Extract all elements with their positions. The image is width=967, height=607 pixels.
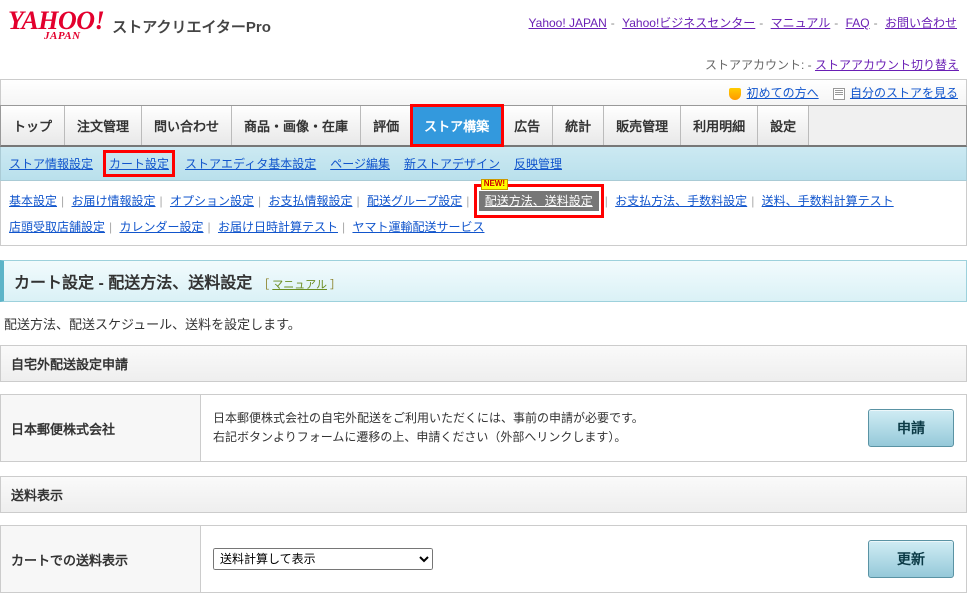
subnav2-delivery-group[interactable]: 配送グループ設定 [367,194,462,208]
subnav1-cart-settings[interactable]: カート設定 [107,154,171,173]
account-row: ストアアカウント: - ストアアカウント切り替え [0,42,967,79]
manual-link-wrap: ［ マニュアル ］ [258,276,341,292]
shipping-display-select[interactable]: 送料計算して表示 [213,548,433,570]
section1-label: 日本郵便株式会社 [1,395,201,461]
subnav1-new-design[interactable]: 新ストアデザイン [404,155,500,172]
tab-sales[interactable]: 販売管理 [604,106,681,145]
beginner-link[interactable]: 初めての方へ [747,86,819,100]
new-badge: NEW! [481,179,508,190]
section1-body: 日本郵便株式会社の自宅外配送をご利用いただくには、事前の申請が必要です。 右記ボ… [201,395,966,461]
section1-heading: 自宅外配送設定申請 [0,345,967,382]
apply-button[interactable]: 申請 [868,409,954,447]
tab-stats[interactable]: 統計 [553,106,604,145]
subnav1-reflect[interactable]: 反映管理 [514,155,562,172]
my-store-link-wrap: 自分のストアを見る [833,84,958,101]
section2-label: カートでの送料表示 [1,526,201,592]
tab-settings[interactable]: 設定 [758,106,809,145]
section2-row: カートでの送料表示 送料計算して表示 更新 [0,525,967,593]
subnav2-delivery-calc[interactable]: お届け日時計算テスト [218,220,338,234]
subnav1-page-edit[interactable]: ページ編集 [330,155,390,172]
manual-link[interactable]: マニュアル [272,279,327,291]
section1-text: 日本郵便株式会社の自宅外配送をご利用いただくには、事前の申請が必要です。 右記ボ… [213,409,644,447]
subnav2-payment-info[interactable]: お支払情報設定 [268,194,352,208]
subnav2-calc-test[interactable]: 送料、手数料計算テスト [762,194,894,208]
page-icon [833,88,845,100]
subnav1-store-info[interactable]: ストア情報設定 [9,155,93,172]
account-label: ストアアカウント: [705,58,804,72]
link-manual[interactable]: マニュアル [771,16,831,30]
subnav2-pickup-store[interactable]: 店頭受取店舗設定 [9,220,105,234]
tab-order[interactable]: 注文管理 [65,106,142,145]
tab-usage[interactable]: 利用明細 [681,106,758,145]
link-faq[interactable]: FAQ [846,16,870,30]
link-business-center[interactable]: Yahoo!ビジネスセンター [622,16,755,30]
subnav2-payment-fee[interactable]: お支払方法、手数料設定 [615,194,747,208]
subnav2-shipping-settings-wrap: NEW! 配送方法、送料設定 [477,187,601,215]
logo-area: YAHOO! JAPAN ストアクリエイターPro [8,8,271,42]
subnav2-option[interactable]: オプション設定 [170,194,254,208]
product-name: ストアクリエイターPro [112,16,271,37]
section2-body: 送料計算して表示 更新 [201,526,966,592]
account-switch-link[interactable]: ストアアカウント切り替え [815,58,959,72]
link-contact[interactable]: お問い合わせ [885,16,957,30]
subnav2-delivery-info[interactable]: お届け情報設定 [71,194,155,208]
sub-nav1: ストア情報設定 カート設定 ストアエディタ基本設定 ページ編集 新ストアデザイン… [0,147,967,181]
page-title: カート設定 - 配送方法、送料設定 ［ マニュアル ］ [0,260,967,302]
section1-row: 日本郵便株式会社 日本郵便株式会社の自宅外配送をご利用いただくには、事前の申請が… [0,394,967,462]
page-description: 配送方法、配送スケジュール、送料を設定します。 [0,302,967,345]
section1-line2: 右記ボタンよりフォームに遷移の上、申請ください（外部へリンクします）。 [213,428,644,447]
update-button[interactable]: 更新 [868,540,954,578]
tab-inquiry[interactable]: 問い合わせ [142,106,232,145]
top-links: Yahoo! JAPAN- Yahoo!ビジネスセンター- マニュアル- FAQ… [527,8,959,31]
tab-store-build[interactable]: ストア構築 [412,106,502,145]
subnav2-calendar[interactable]: カレンダー設定 [119,220,203,234]
page-title-text: カート設定 - 配送方法、送料設定 [14,269,252,293]
beginner-link-wrap: 初めての方へ [729,84,818,101]
tab-product[interactable]: 商品・画像・在庫 [232,106,361,145]
header-top: YAHOO! JAPAN ストアクリエイターPro Yahoo! JAPAN- … [8,8,959,42]
subnav2-shipping-settings[interactable]: 配送方法、送料設定 [479,191,599,211]
section1-line1: 日本郵便株式会社の自宅外配送をご利用いただくには、事前の申請が必要です。 [213,409,644,428]
subnav2-basic[interactable]: 基本設定 [9,194,57,208]
sub-nav2: 基本設定| お届け情報設定| オプション設定| お支払情報設定| 配送グループ設… [0,181,967,246]
subnav2-yamato[interactable]: ヤマト運輸配送サービス [352,220,484,234]
link-yahoo-japan[interactable]: Yahoo! JAPAN [529,16,607,30]
section2-heading: 送料表示 [0,476,967,513]
tab-review[interactable]: 評価 [361,106,412,145]
tab-top[interactable]: トップ [1,106,65,145]
my-store-link[interactable]: 自分のストアを見る [850,86,958,100]
tab-ad[interactable]: 広告 [502,106,553,145]
shield-icon [729,88,741,100]
info-bar: 初めての方へ 自分のストアを見る [0,79,967,105]
header: YAHOO! JAPAN ストアクリエイターPro Yahoo! JAPAN- … [0,0,967,42]
subnav1-editor-basic[interactable]: ストアエディタ基本設定 [185,155,316,172]
yahoo-logo-block[interactable]: YAHOO! JAPAN [8,8,104,42]
main-tabs: トップ 注文管理 問い合わせ 商品・画像・在庫 評価 ストア構築 広告 統計 販… [0,105,967,147]
